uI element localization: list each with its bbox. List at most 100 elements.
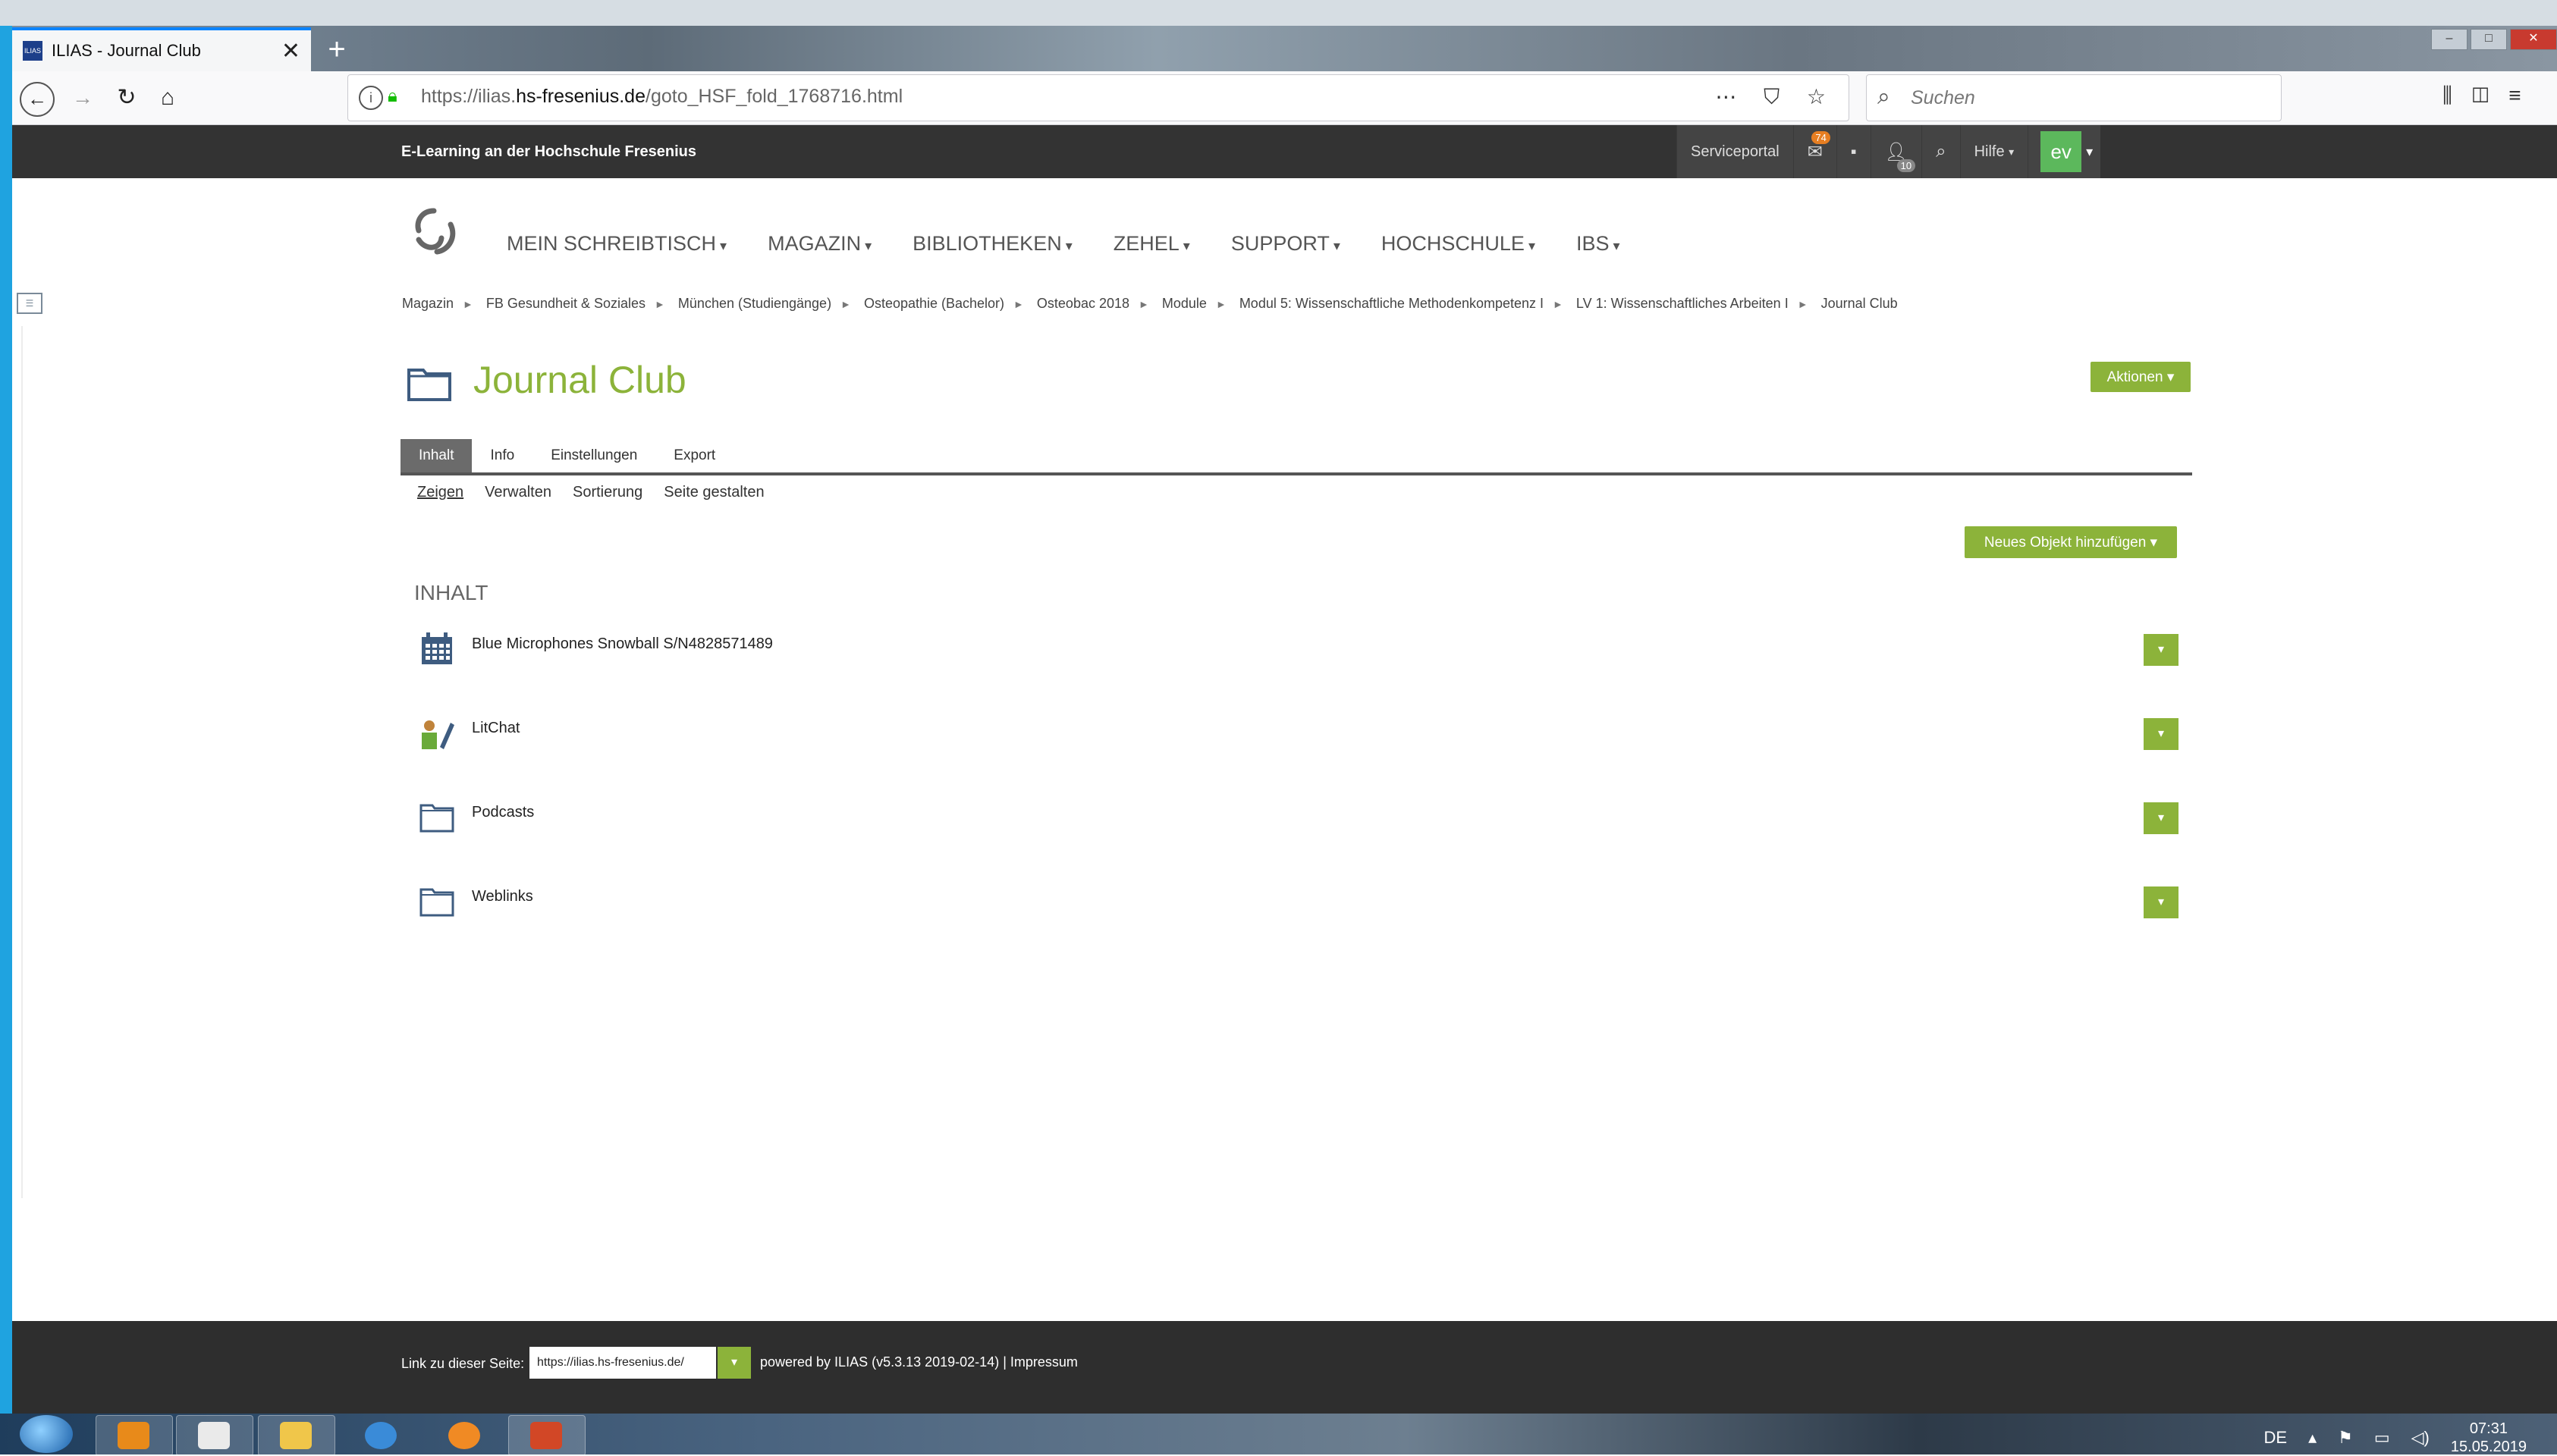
tab-bar: Inhalt Info Einstellungen Export <box>401 439 2192 475</box>
subtab-seite-gestalten[interactable]: Seite gestalten <box>664 484 764 501</box>
permalink-dropdown-button[interactable]: ▾ <box>718 1347 751 1379</box>
maximize-window-icon[interactable]: □ <box>2471 29 2507 50</box>
user-menu[interactable]: ev ▾ <box>2028 125 2101 178</box>
nav-support[interactable]: SUPPORT <box>1231 232 1340 256</box>
list-item: LitChat ▾ <box>414 711 2178 756</box>
url-bar[interactable]: i 🔒︎ https://ilias.hs-fresenius.de/goto_… <box>347 74 1849 121</box>
chat-button[interactable]: ▪ <box>1836 125 1871 178</box>
browser-search-bar[interactable]: ⌕ Suchen <box>1866 74 2282 121</box>
chevron-up-icon[interactable]: ▴ <box>2308 1428 2317 1448</box>
info-icon[interactable]: i <box>359 86 383 110</box>
browser-tab-active[interactable]: ILIAS ILIAS - Journal Club ✕ <box>12 27 311 71</box>
taskbar-explorer[interactable] <box>258 1415 335 1456</box>
taskbar-ie[interactable] <box>343 1415 420 1456</box>
list-item: Blue Microphones Snowball S/N4828571489 … <box>414 626 2178 672</box>
ilias-topbar: E-Learning an der Hochschule Fresenius S… <box>12 125 2557 178</box>
taskbar-outlook[interactable] <box>96 1415 173 1456</box>
ilias-logo[interactable] <box>407 205 461 259</box>
search-button[interactable]: ⌕ <box>1921 125 1960 178</box>
close-tab-icon[interactable]: ✕ <box>281 38 300 64</box>
outlook-icon <box>118 1422 149 1449</box>
breadcrumb-item[interactable]: Magazin <box>402 296 454 311</box>
actions-button[interactable]: Aktionen ▾ <box>2091 362 2191 392</box>
taskbar-app[interactable] <box>176 1415 253 1456</box>
avatar: ev <box>2040 131 2082 172</box>
nav-ibs[interactable]: IBS <box>1576 232 1620 256</box>
add-object-button[interactable]: Neues Objekt hinzufügen ▾ <box>1965 526 2177 558</box>
new-tab-icon[interactable]: + <box>322 27 352 71</box>
nav-hochschule[interactable]: HOCHSCHULE <box>1381 232 1535 256</box>
breadcrumb-current[interactable]: Journal Club <box>1821 296 1898 311</box>
lock-icon[interactable]: 🔒︎ <box>388 86 406 107</box>
breadcrumb-item[interactable]: Module <box>1162 296 1207 311</box>
url-text[interactable]: https://ilias.hs-fresenius.de/goto_HSF_f… <box>421 86 903 108</box>
item-link[interactable]: Blue Microphones Snowball S/N4828571489 <box>472 635 773 653</box>
forward-arrow-icon[interactable]: → <box>67 82 99 114</box>
mail-button[interactable]: ✉ 74 <box>1792 125 1836 178</box>
permalink-field[interactable]: https://ilias.hs-fresenius.de/ <box>529 1347 716 1379</box>
close-window-icon[interactable]: ✕ <box>2510 29 2557 50</box>
tab-info[interactable]: Info <box>472 439 532 472</box>
tab-einstellungen[interactable]: Einstellungen <box>532 439 655 472</box>
breadcrumb-item[interactable]: München (Studiengänge) <box>678 296 831 311</box>
library-sidebar-menu-icons[interactable]: ⫼◫≡ <box>2442 83 2541 108</box>
item-actions-dropdown[interactable]: ▾ <box>2144 886 2178 918</box>
tab-export[interactable]: Export <box>655 439 733 472</box>
item-link[interactable]: Weblinks <box>472 888 533 905</box>
page-actions[interactable]: ⋯ ⛉ ☆ <box>1715 84 1836 110</box>
internet-explorer-icon <box>365 1422 397 1449</box>
page-title: Journal Club <box>473 359 686 401</box>
tree-divider <box>21 326 23 1198</box>
chat-icon <box>422 720 454 749</box>
powered-by-text[interactable]: powered by ILIAS (v5.3.13 2019-02-14) | … <box>760 1354 1078 1370</box>
chevron-down-icon: ▾ <box>2086 143 2094 159</box>
minimize-window-icon[interactable]: – <box>2431 29 2467 50</box>
nav-bibliotheken[interactable]: BIBLIOTHEKEN <box>913 232 1073 256</box>
network-icon[interactable]: ▭ <box>2374 1428 2390 1448</box>
subtab-sortierung[interactable]: Sortierung <box>573 484 642 501</box>
clock-date: 15.05.2019 <box>2450 1439 2527 1455</box>
breadcrumb-item[interactable]: LV 1: Wissenschaftliches Arbeiten I <box>1576 296 1789 311</box>
subtab-verwalten[interactable]: Verwalten <box>485 484 551 501</box>
language-indicator[interactable]: DE <box>2264 1428 2288 1448</box>
permalink-label: Link zu dieser Seite: <box>401 1356 525 1371</box>
item-link[interactable]: LitChat <box>472 720 520 737</box>
item-actions-dropdown[interactable]: ▾ <box>2144 634 2178 666</box>
nav-magazin[interactable]: MAGAZIN <box>768 232 872 256</box>
topbar-title: E-Learning an der Hochschule Fresenius <box>401 143 696 160</box>
breadcrumb-item[interactable]: Modul 5: Wissenschaftliche Methodenkompe… <box>1239 296 1544 311</box>
contacts-button[interactable]: 👤︎ 10 <box>1870 125 1922 178</box>
breadcrumb-item[interactable]: Osteopathie (Bachelor) <box>864 296 1004 311</box>
taskbar-powerpoint[interactable] <box>508 1415 586 1456</box>
subtab-zeigen[interactable]: Zeigen <box>417 484 463 501</box>
windows-taskbar: DE ▴ ⚑ ▭ ◁) 07:31 15.05.2019 <box>0 1414 2557 1456</box>
help-menu[interactable]: Hilfe ▾ <box>1959 125 2028 178</box>
item-actions-dropdown[interactable]: ▾ <box>2144 802 2178 834</box>
search-icon: ⌕ <box>1936 141 1946 162</box>
breadcrumb-item[interactable]: Osteobac 2018 <box>1037 296 1129 311</box>
volume-icon[interactable]: ◁) <box>2411 1428 2430 1448</box>
taskbar-media[interactable] <box>426 1415 504 1456</box>
window-controls: – □ ✕ <box>2431 29 2557 50</box>
tree-toggle-icon[interactable]: ☰ <box>17 293 42 314</box>
window-titlebar <box>0 0 2557 26</box>
help-label: Hilfe <box>1974 143 2005 160</box>
tab-inhalt[interactable]: Inhalt <box>401 439 473 472</box>
nav-mein-schreibtisch[interactable]: MEIN SCHREIBTISCH <box>507 232 727 256</box>
clock[interactable]: 07:31 15.05.2019 <box>2451 1420 2527 1456</box>
calculator-icon <box>198 1422 230 1449</box>
serviceportal-link[interactable]: Serviceportal <box>1676 125 1793 178</box>
item-link[interactable]: Podcasts <box>472 804 534 821</box>
reload-icon[interactable]: ↻ <box>111 82 143 114</box>
chat-icon: ▪ <box>1850 142 1857 161</box>
start-button-icon[interactable] <box>20 1415 73 1453</box>
nav-zehel[interactable]: ZEHEL <box>1114 232 1190 256</box>
breadcrumb-item[interactable]: FB Gesundheit & Soziales <box>486 296 646 311</box>
item-actions-dropdown[interactable]: ▾ <box>2144 718 2178 750</box>
flag-icon[interactable]: ⚑ <box>2338 1428 2353 1448</box>
back-arrow-icon[interactable]: ← <box>20 82 55 117</box>
subtab-bar: Zeigen Verwalten Sortierung Seite gestal… <box>417 484 765 501</box>
home-icon[interactable]: ⌂ <box>152 82 184 114</box>
folder-icon <box>407 369 451 401</box>
calendar-icon <box>422 632 452 664</box>
